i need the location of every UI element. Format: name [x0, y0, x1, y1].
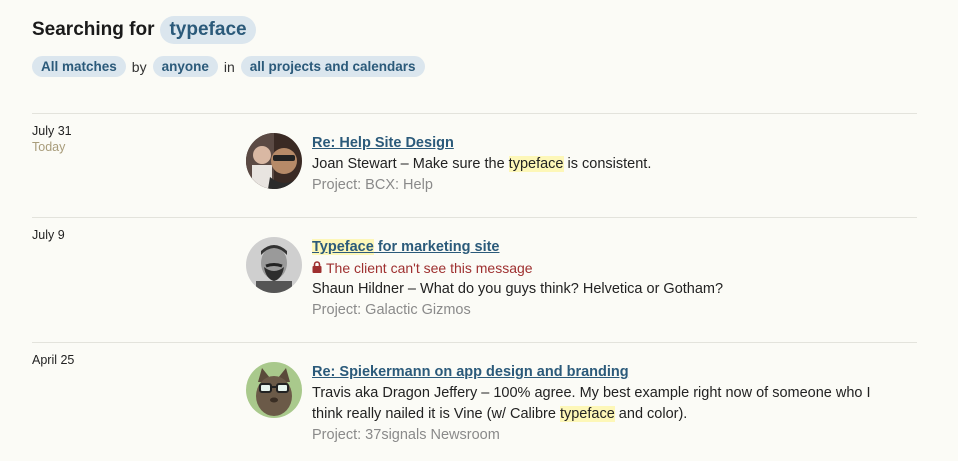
- result-project: Project: Galactic Gizmos: [312, 302, 471, 318]
- result-author: Travis aka Dragon Jeffery: [312, 385, 478, 401]
- avatar: [246, 237, 302, 293]
- excerpt-text: and color).: [614, 406, 688, 422]
- search-filters: All matches by anyone in all projects an…: [32, 56, 425, 77]
- result-title-text: for marketing site: [373, 239, 500, 255]
- filter-connector-by: by: [131, 58, 147, 75]
- divider: [32, 342, 917, 343]
- result-author: Joan Stewart: [312, 156, 397, 172]
- search-result: July 9 Typeface for marketing site The c…: [32, 228, 917, 338]
- result-date-label: July 9: [32, 228, 65, 242]
- lock-icon: [312, 258, 322, 279]
- result-date-label: July 31: [32, 124, 72, 138]
- result-date: April 25: [32, 353, 74, 367]
- search-highlight: typeface: [559, 406, 615, 422]
- result-body: Re: Help Site Design Joan Stewart – Make…: [312, 133, 902, 196]
- result-date: July 31 Today: [32, 124, 72, 154]
- excerpt-text: – 100% agree. My best example right now …: [477, 385, 871, 401]
- result-date-sub: Today: [32, 140, 66, 154]
- result-excerpt: Travis aka Dragon Jeffery – 100% agree. …: [312, 383, 902, 425]
- search-heading-prefix: Searching for: [32, 19, 155, 40]
- excerpt-text: – What do you guys think? Helvetica or G…: [403, 281, 724, 297]
- excerpt-text: – Make sure the: [396, 156, 509, 172]
- search-result: April 25 Re: Spiekermann on app design a…: [32, 353, 917, 461]
- result-project: Project: BCX: Help: [312, 177, 433, 193]
- filter-connector-in: in: [223, 58, 235, 75]
- result-title-link[interactable]: Typeface for marketing site: [312, 237, 902, 258]
- avatar: [246, 133, 302, 189]
- result-body: Re: Spiekermann on app design and brandi…: [312, 362, 902, 446]
- divider: [32, 113, 917, 114]
- avatar: [246, 362, 302, 418]
- excerpt-text: think really nailed it is Vine (w/ Calib…: [312, 406, 560, 422]
- search-highlight: Typeface: [312, 239, 374, 255]
- result-title-link[interactable]: Re: Help Site Design: [312, 133, 902, 154]
- result-body: Typeface for marketing site The client c…: [312, 237, 902, 321]
- search-result: July 31 Today Re: Help Site Design Joan …: [32, 124, 917, 214]
- scope-filter-chip[interactable]: all projects and calendars: [240, 56, 425, 77]
- result-author: Shaun Hildner: [312, 281, 404, 297]
- match-filter-chip[interactable]: All matches: [32, 56, 126, 77]
- divider: [32, 217, 917, 218]
- search-query-pill[interactable]: typeface: [160, 16, 256, 44]
- private-notice-text: The client can't see this message: [326, 260, 533, 276]
- result-title-link[interactable]: Re: Spiekermann on app design and brandi…: [312, 362, 902, 383]
- private-notice: The client can't see this message: [312, 258, 902, 279]
- result-project: Project: 37signals Newsroom: [312, 427, 500, 443]
- result-date: July 9: [32, 228, 65, 242]
- result-date-label: April 25: [32, 353, 75, 367]
- search-heading: Searching for typeface: [32, 16, 256, 44]
- result-excerpt: Joan Stewart – Make sure the typeface is…: [312, 154, 902, 175]
- person-filter-chip[interactable]: anyone: [152, 56, 218, 77]
- excerpt-text: is consistent.: [563, 156, 652, 172]
- result-excerpt: Shaun Hildner – What do you guys think? …: [312, 279, 902, 300]
- search-highlight: typeface: [508, 156, 564, 172]
